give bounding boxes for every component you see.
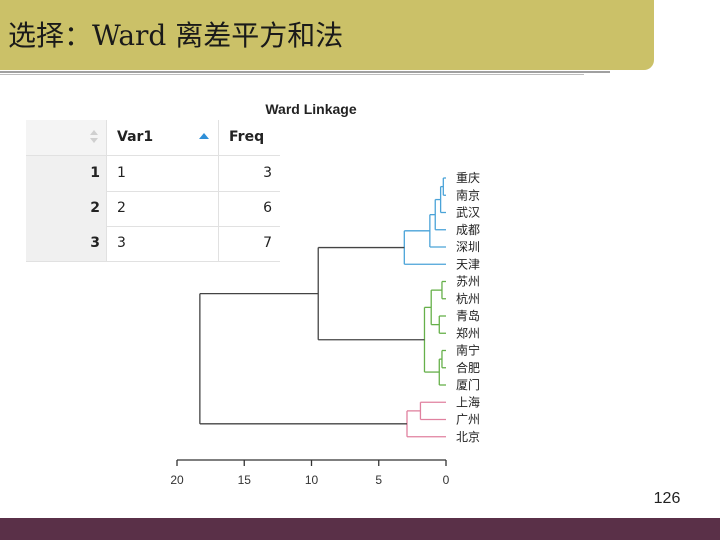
data-table: Var1 Freq 1 1 3 2 2 6 3 3 7: [26, 120, 280, 262]
cell-freq: 3: [218, 156, 280, 191]
leaf-label: 郑州: [456, 325, 480, 340]
leaf-label: 南京: [456, 187, 480, 202]
leaf-label: 天津: [456, 257, 480, 271]
table-row: 2 2 6: [26, 191, 280, 227]
chart-title: Ward Linkage: [265, 101, 356, 117]
title-rule: [0, 71, 610, 73]
sort-neutral-icon: [90, 130, 98, 144]
x-tick-label: 15: [238, 473, 252, 487]
cell-var1: 1: [106, 156, 218, 191]
title-bar: 选择：Ward 离差平方和法: [0, 0, 654, 70]
x-tick-label: 0: [443, 473, 450, 487]
table-header-row: Var1 Freq: [26, 120, 280, 156]
cell-freq: 7: [218, 226, 280, 261]
leaf-label: 武汉: [456, 206, 480, 220]
leaf-label: 杭州: [456, 291, 480, 306]
leaf-label: 上海: [456, 394, 480, 409]
row-index: 3: [26, 226, 106, 261]
leaf-label: 合肥: [456, 360, 480, 375]
leaf-label: 重庆: [456, 171, 480, 185]
cell-var1: 2: [106, 191, 218, 226]
leaf-label: 青岛: [456, 308, 480, 323]
leaf-label: 苏州: [456, 275, 480, 289]
title-rule-secondary: [0, 74, 584, 75]
cell-freq: 6: [218, 191, 280, 226]
header-freq[interactable]: Freq: [218, 120, 280, 155]
leaf-label: 南宁: [456, 343, 480, 358]
leaf-label: 厦门: [456, 377, 480, 392]
x-tick-label: 5: [375, 473, 382, 487]
table-row: 3 3 7: [26, 226, 280, 262]
header-var1[interactable]: Var1: [106, 120, 218, 155]
table-row: 1 1 3: [26, 156, 280, 192]
x-tick-label: 20: [170, 473, 184, 487]
cell-var1: 3: [106, 226, 218, 261]
footer-bar: [0, 518, 720, 540]
row-index: 2: [26, 191, 106, 226]
leaf-label: 广州: [456, 413, 480, 427]
leaf-label: 北京: [456, 430, 480, 444]
x-tick-label: 10: [305, 473, 319, 487]
row-index: 1: [26, 156, 106, 191]
leaf-label: 成都: [456, 223, 480, 237]
sort-ascending-icon: [199, 133, 209, 139]
header-index[interactable]: [26, 120, 106, 155]
leaf-label: 深圳: [456, 240, 480, 254]
slide-title: 选择：Ward 离差平方和法: [8, 19, 344, 52]
page-number: 126: [653, 490, 681, 507]
